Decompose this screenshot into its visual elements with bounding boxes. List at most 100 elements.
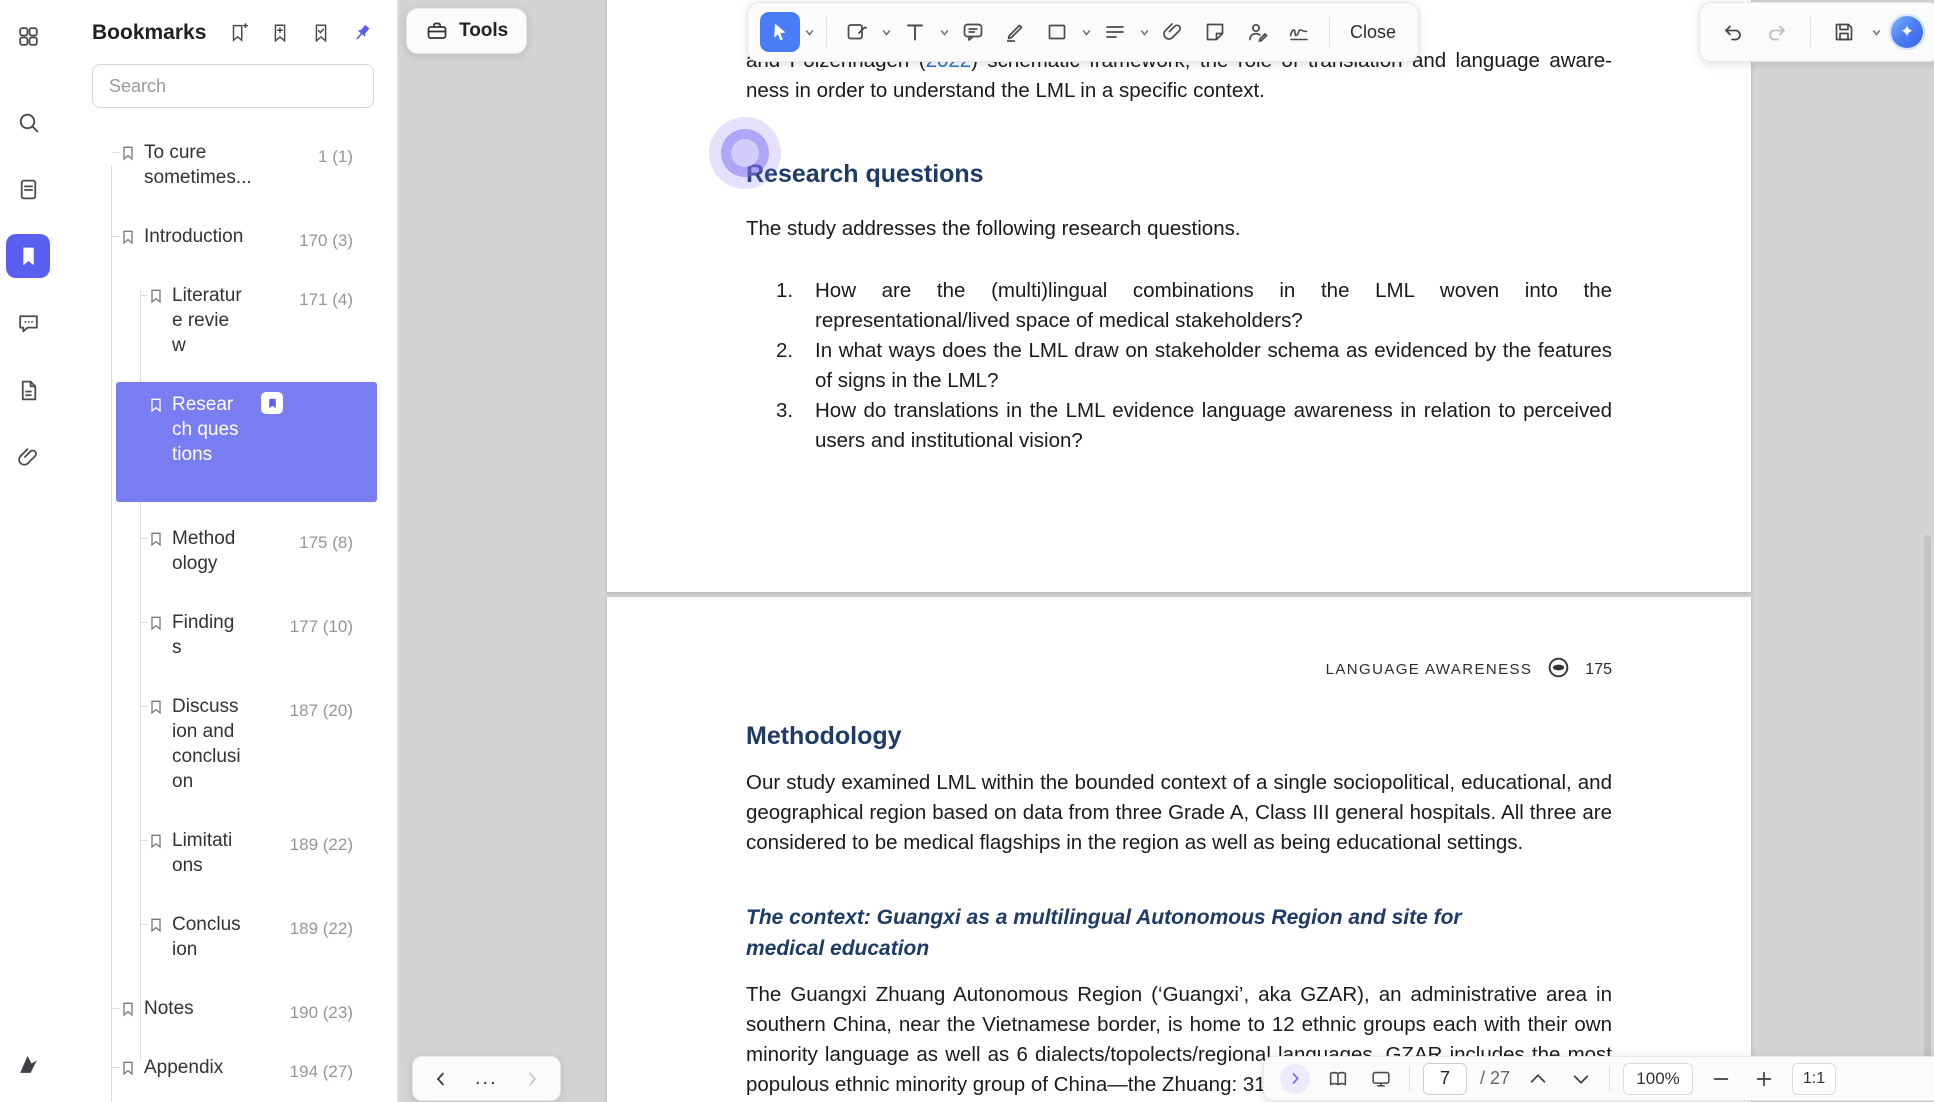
bookmark-icon: [148, 286, 164, 311]
bookmark-icon: [120, 143, 136, 168]
chevron-down-icon: [1570, 1068, 1592, 1090]
zoom-level-select[interactable]: 100%: [1623, 1063, 1693, 1095]
bookmark-item-appendix[interactable]: Appendix 194 (27): [56, 1055, 397, 1080]
comments-panel-button[interactable]: [6, 301, 50, 345]
forward-button[interactable]: [524, 1071, 540, 1087]
reading-mode-button[interactable]: [1323, 1064, 1353, 1094]
bookmark-icon: [148, 529, 164, 554]
attachments-panel-button[interactable]: [6, 435, 50, 479]
vertical-scrollbar[interactable]: [1924, 535, 1931, 1060]
shape-icon: [1045, 20, 1069, 44]
app-menu-button[interactable]: [6, 14, 50, 58]
bookmark-settings-icon[interactable]: [308, 20, 334, 46]
shape-tool-caret[interactable]: [1079, 12, 1093, 52]
presentation-mode-button[interactable]: [1366, 1064, 1396, 1094]
history-save-toolbar: ✦: [1699, 2, 1934, 62]
methodology-heading: Methodology: [746, 718, 1612, 754]
pin-panel-icon[interactable]: [349, 20, 375, 46]
bookmark-item-limitations[interactable]: Limitations 189 (22): [56, 828, 397, 878]
plus-icon: [1753, 1068, 1775, 1090]
table-tool-caret[interactable]: [1137, 12, 1151, 52]
context-subheading: The context: Guangxi as a multilingual A…: [746, 902, 1543, 964]
actual-size-button[interactable]: 1:1: [1792, 1063, 1836, 1095]
bookmark-item-research-questions[interactable]: Research questions 174 (7): [56, 392, 397, 492]
text-tool-caret[interactable]: [937, 12, 951, 52]
save-icon: [1832, 20, 1856, 44]
cursor-arrow-icon: [768, 20, 792, 44]
next-page-button[interactable]: [1566, 1064, 1596, 1094]
tools-button[interactable]: Tools: [406, 8, 527, 54]
question-item: 1. How are the (multi)lingual combinatio…: [776, 276, 1612, 336]
undo-button[interactable]: [1714, 12, 1752, 52]
zoom-out-button[interactable]: [1706, 1064, 1736, 1094]
save-caret[interactable]: [1869, 12, 1883, 52]
sticker-icon: [1203, 20, 1227, 44]
ai-assistant-button[interactable]: ✦: [1889, 14, 1925, 50]
minus-icon: [1710, 1068, 1732, 1090]
text-icon: [903, 20, 927, 44]
more-options-button[interactable]: ...: [475, 1067, 498, 1090]
shape-tool-button[interactable]: [1037, 12, 1077, 52]
research-questions-heading: Research questions: [746, 156, 1612, 192]
expand-panel-button[interactable]: [1280, 1064, 1310, 1094]
add-bookmark-icon[interactable]: [226, 20, 252, 46]
attachment-tool-button[interactable]: [1153, 12, 1193, 52]
redo-button[interactable]: [1758, 12, 1796, 52]
stamp-tool-button[interactable]: [1195, 12, 1235, 52]
running-header: LANGUAGE AWARENESS 175: [746, 655, 1612, 684]
research-questions-list: 1. How are the (multi)lingual combinatio…: [746, 276, 1612, 456]
intro-sentence: The study addresses the following resear…: [746, 214, 1612, 244]
bookmark-item-conclusion[interactable]: Conclusion 189 (22): [56, 912, 397, 962]
previous-page-button[interactable]: [1523, 1064, 1553, 1094]
bookmark-tree: To cure sometimes... 1 (1) Introduction …: [56, 140, 397, 1080]
bookmark-item-discussion-and-conclusion[interactable]: Discussion and conclusion 187 (20): [56, 694, 397, 794]
journal-title: LANGUAGE AWARENESS: [1326, 661, 1533, 678]
main-toolbar: Close: [747, 2, 1419, 62]
fill-sign-tool-button[interactable]: [1237, 12, 1277, 52]
toolbox-icon: [425, 19, 449, 43]
pdf-page-174: and Polzenhagen (2022) schematic framewo…: [607, 0, 1751, 592]
comment-tool-button[interactable]: [953, 12, 993, 52]
page-number-label: 175: [1585, 661, 1612, 679]
redo-icon: [1765, 20, 1789, 44]
lines-icon: [1103, 20, 1127, 44]
bookmark-search-input[interactable]: [92, 64, 374, 108]
monitor-icon: [1370, 1068, 1392, 1090]
select-tool-button[interactable]: [760, 12, 800, 52]
page-number-input[interactable]: [1423, 1063, 1467, 1095]
highlighter-icon: [1003, 20, 1027, 44]
bookmark-item-introduction[interactable]: Introduction 170 (3): [56, 224, 397, 249]
signature-tool-button[interactable]: [1279, 12, 1319, 52]
paragraph-fragment: ness in order to understand the LML in a…: [746, 76, 1612, 106]
bookmark-icon: [148, 697, 164, 722]
add-child-bookmark-icon[interactable]: [267, 20, 293, 46]
close-button[interactable]: Close: [1340, 22, 1406, 43]
thumbnails-panel-button[interactable]: [6, 167, 50, 211]
chevron-left-icon: [433, 1071, 449, 1087]
search-panel-button[interactable]: [6, 100, 50, 144]
document-view[interactable]: and Polzenhagen (2022) schematic framewo…: [399, 0, 1934, 1102]
back-button[interactable]: [433, 1071, 449, 1087]
bookmarks-panel: Bookmarks To cure sometimes... 1 (1): [56, 0, 398, 1102]
bookmarks-panel-title: Bookmarks: [92, 21, 226, 45]
methodology-paragraph: Our study examined LML within the bounde…: [746, 768, 1612, 858]
highlight-tool-button[interactable]: [995, 12, 1035, 52]
table-tool-button[interactable]: [1095, 12, 1135, 52]
bookmark-item-notes[interactable]: Notes 190 (23): [56, 996, 397, 1021]
save-button[interactable]: [1825, 12, 1863, 52]
edit-tool-caret[interactable]: [879, 12, 893, 52]
bookmark-item-literature-review[interactable]: Literature review 171 (4): [56, 283, 397, 358]
zoom-in-button[interactable]: [1749, 1064, 1779, 1094]
notes-panel-button[interactable]: [6, 368, 50, 412]
select-tool-caret[interactable]: [802, 12, 816, 52]
bookmark-item-methodology[interactable]: Methodology 175 (8): [56, 526, 397, 576]
comment-icon: [961, 20, 985, 44]
bookmarks-panel-button[interactable]: [6, 234, 50, 278]
bookmark-item-findings[interactable]: Findings 177 (10): [56, 610, 397, 660]
bookmark-item-to-cure[interactable]: To cure sometimes... 1 (1): [56, 140, 397, 190]
current-bookmark-badge-icon: [261, 392, 283, 414]
history-nav-bar: ...: [412, 1056, 561, 1101]
bookmark-icon: [120, 1058, 136, 1083]
text-tool-button[interactable]: [895, 12, 935, 52]
edit-tool-button[interactable]: [837, 12, 877, 52]
